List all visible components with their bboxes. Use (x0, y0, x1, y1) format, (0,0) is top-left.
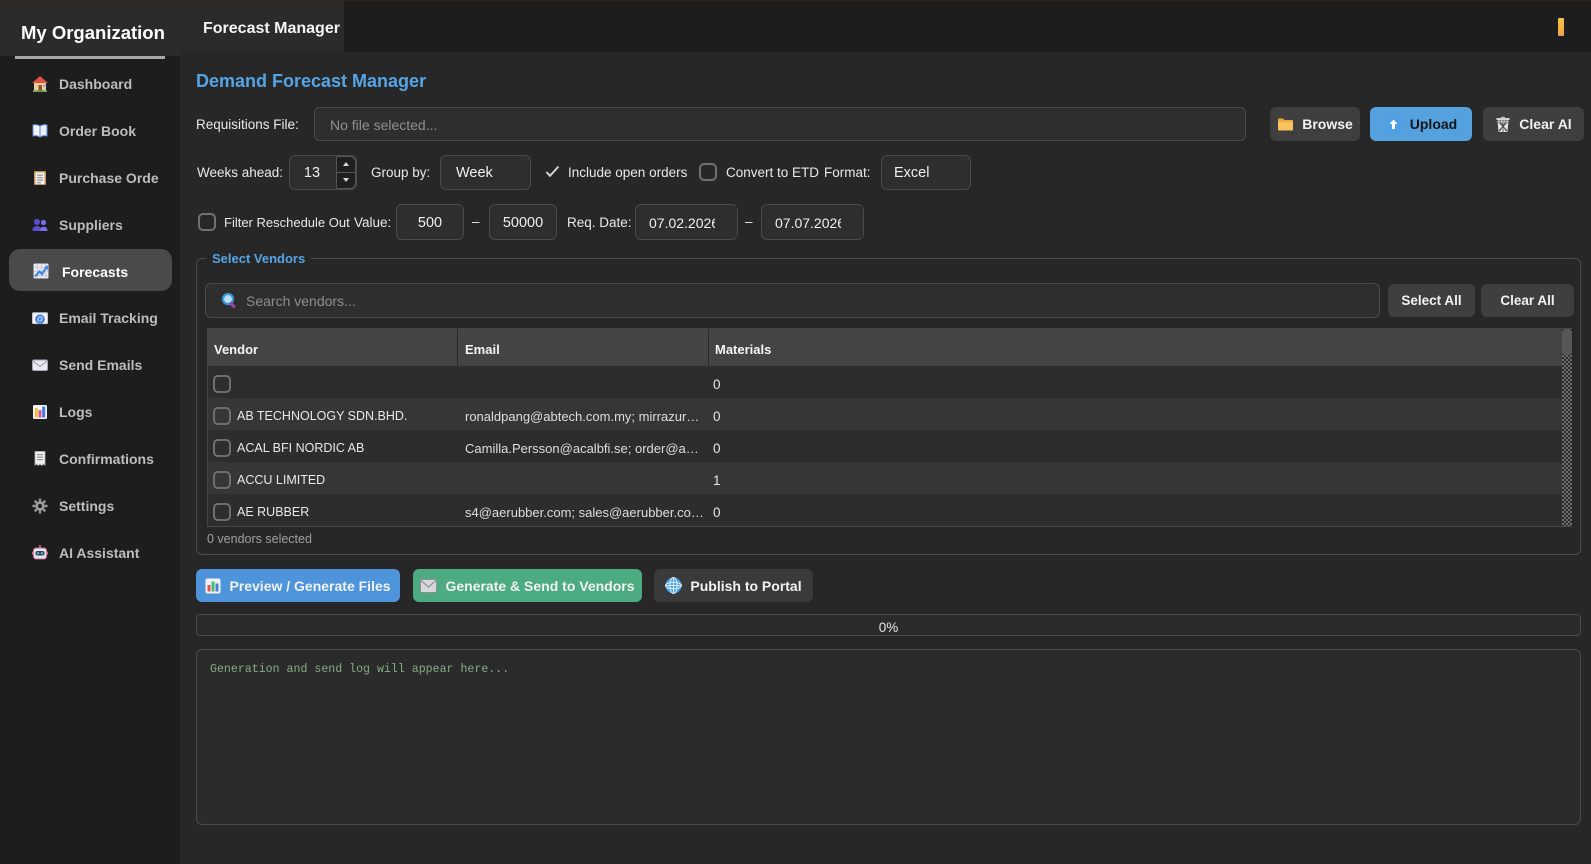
svg-text:@: @ (36, 317, 43, 324)
